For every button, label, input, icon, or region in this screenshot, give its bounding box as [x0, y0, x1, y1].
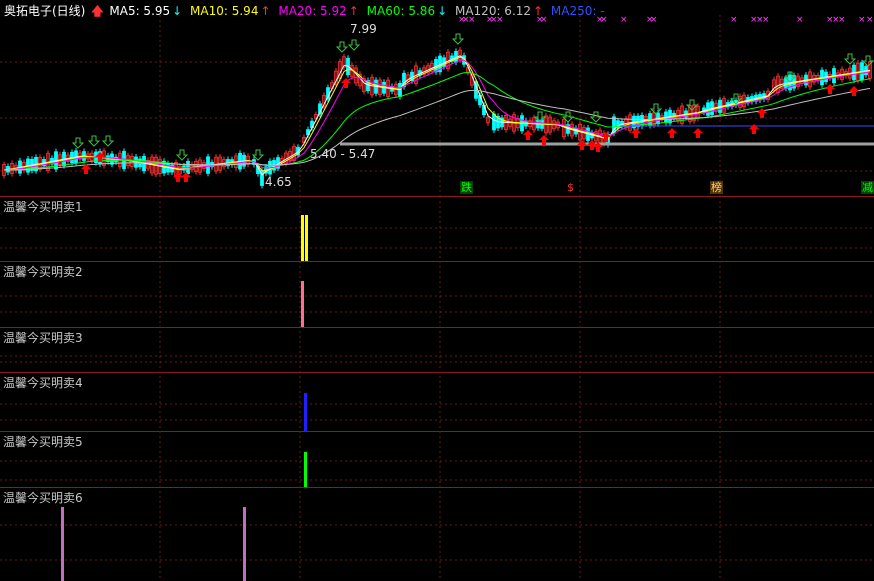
buy-arrow-icon — [693, 128, 703, 138]
tag-board[interactable]: 榜 — [710, 181, 723, 194]
buy-arrow-icon — [523, 130, 533, 140]
signal-bar — [243, 507, 246, 581]
buy-arrow-icon — [577, 140, 587, 150]
buy-arrow-icon — [757, 108, 767, 118]
x-mark-icon: × — [838, 15, 846, 25]
x-mark-icon: × — [762, 15, 770, 25]
buy-arrow-icon — [667, 128, 677, 138]
x-mark-icon: × — [858, 15, 866, 25]
sell-arrow-icon — [589, 111, 603, 123]
x-mark-icon: × — [730, 15, 738, 25]
signal-bar — [301, 281, 304, 327]
x-mark-icon: × — [468, 15, 476, 25]
indicator-panels[interactable] — [0, 196, 874, 581]
low-price-label: 4.65 — [265, 175, 292, 189]
stock-chart-window[interactable]: 奥拓电子(日线) 🡅 MA5: 5.95 ↓ MA10: 5.94 ↑ MA20: … — [0, 0, 874, 581]
x-mark-icon: × — [600, 15, 608, 25]
high-price-label: 7.99 — [350, 22, 377, 36]
ma60-line — [3, 72, 871, 171]
sell-arrow-icon — [347, 39, 361, 51]
buy-arrow-icon — [631, 128, 641, 138]
ma20-line — [3, 59, 871, 171]
candle-body — [492, 113, 496, 131]
x-mark-icon: × — [796, 15, 804, 25]
x-mark-icon: × — [540, 15, 548, 25]
sell-arrow-icon — [175, 149, 189, 161]
tag-fall[interactable]: 跌 — [460, 181, 473, 194]
tag-dollar[interactable]: $ — [566, 181, 575, 194]
signal-bar — [61, 507, 64, 581]
range-label: 5.40 - 5.47 — [310, 147, 376, 161]
x-mark-icon: × — [496, 15, 504, 25]
price-chart[interactable]: ××× ××× ×× ×× × ×× × ××× × ××× × × — [0, 0, 874, 196]
buy-arrow-icon — [849, 86, 859, 96]
sell-arrow-icon — [451, 33, 465, 45]
x-mark-icon: × — [866, 15, 874, 25]
signal-bar — [305, 215, 308, 261]
x-mark-icon: × — [650, 15, 658, 25]
x-mark-icon: × — [620, 15, 628, 25]
sell-arrow-icon — [71, 137, 85, 149]
sell-arrow-icon — [87, 135, 101, 147]
signal-bar — [304, 393, 307, 431]
signal-bar — [301, 215, 304, 261]
sell-arrow-icon — [101, 135, 115, 147]
sell-arrow-icon — [335, 41, 349, 53]
signal-bar — [304, 452, 307, 487]
tag-reduce[interactable]: 减 — [861, 181, 874, 194]
